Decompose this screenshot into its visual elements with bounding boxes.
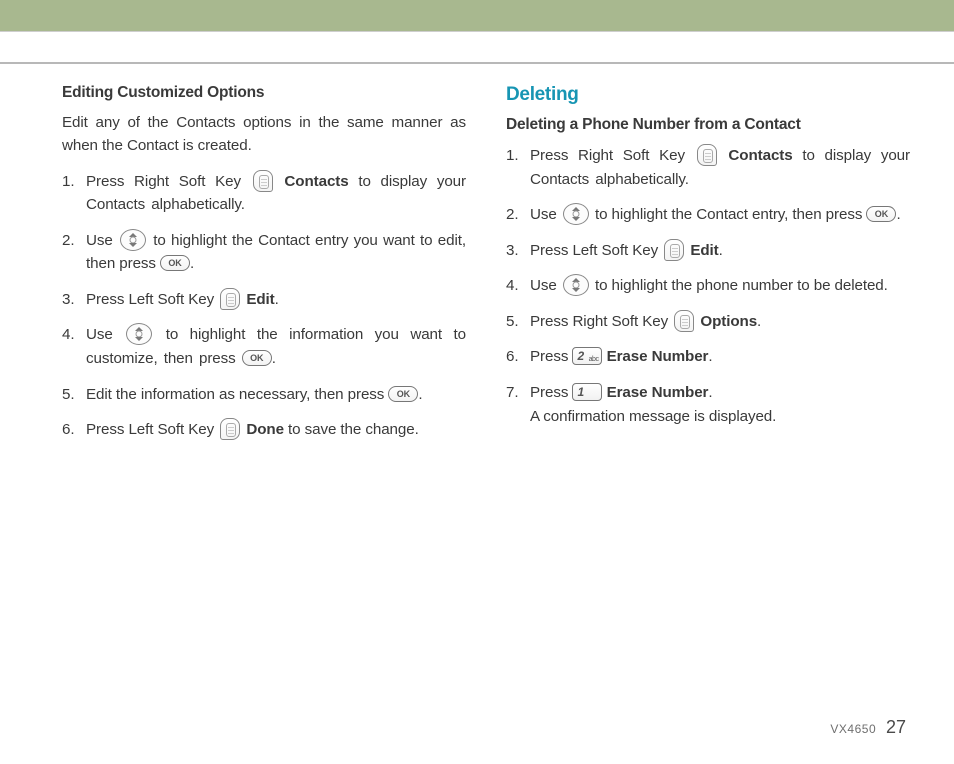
right-soft-key-icon <box>674 310 694 332</box>
text: . <box>275 291 279 308</box>
text: Press Right Soft Key <box>530 313 672 330</box>
right-section-title: Deleting <box>506 84 910 106</box>
text: to highlight the Contact entry, then pre… <box>595 206 867 223</box>
column-right: Deleting Deleting a Phone Number from a … <box>506 84 910 454</box>
right-soft-key-icon <box>253 170 273 192</box>
text: . <box>708 348 712 365</box>
ok-key-icon: OK <box>866 206 896 222</box>
left-soft-key-icon <box>220 418 240 440</box>
text: . <box>190 255 194 272</box>
text: A confirmation message is displayed. <box>530 408 776 425</box>
list-item: Press 1 Erase Number. A confirmation mes… <box>506 381 910 428</box>
list-item: Press Left Soft Key Edit. <box>506 239 910 263</box>
text: Edit the information as necessary, then … <box>86 386 388 403</box>
text: Press Right Soft Key <box>86 173 251 190</box>
text: Press <box>530 384 572 401</box>
footer-model: VX4650 <box>830 722 876 736</box>
left-steps: Press Right Soft Key Contacts to display… <box>62 170 466 442</box>
list-item: Use to highlight the Contact entry, then… <box>506 203 910 227</box>
footer-page-number: 27 <box>886 717 906 737</box>
ok-key-icon: OK <box>388 386 418 402</box>
list-item: Edit the information as necessary, then … <box>62 383 466 407</box>
text-bold: Edit <box>690 242 718 259</box>
text: Use <box>86 326 124 343</box>
text-bold: Edit <box>246 291 274 308</box>
text: Use <box>530 277 561 294</box>
list-item: Use to highlight the phone number to be … <box>506 274 910 298</box>
text: to highlight the phone number to be dele… <box>595 277 888 294</box>
list-item: Press Left Soft Key Edit. <box>62 288 466 312</box>
left-intro: Edit any of the Contacts options in the … <box>62 112 466 158</box>
ok-key-icon: OK <box>160 255 190 271</box>
right-steps: Press Right Soft Key Contacts to display… <box>506 144 910 428</box>
text: Press Left Soft Key <box>86 291 218 308</box>
text: . <box>896 206 900 223</box>
nav-key-icon <box>120 229 146 251</box>
list-item: Press Right Soft Key Contacts to display… <box>62 170 466 217</box>
nav-key-icon <box>126 323 152 345</box>
text: Use <box>530 206 561 223</box>
page-content: Editing Customized Options Edit any of t… <box>0 64 954 454</box>
key-1-icon: 1 <box>572 383 602 401</box>
left-soft-key-icon <box>220 288 240 310</box>
right-soft-key-icon <box>697 144 717 166</box>
list-item: Press 2abc Erase Number. <box>506 345 910 369</box>
left-soft-key-icon <box>664 239 684 261</box>
text: . <box>418 386 422 403</box>
text: . <box>708 384 712 401</box>
header-bar <box>0 0 954 32</box>
text-bold: Erase Number <box>607 348 709 365</box>
text: Use <box>86 232 118 249</box>
list-item: Press Left Soft Key Done to save the cha… <box>62 418 466 442</box>
list-item: Press Right Soft Key Contacts to display… <box>506 144 910 191</box>
page-footer: VX4650 27 <box>830 717 906 738</box>
ok-key-icon: OK <box>242 350 272 366</box>
text: Press Right Soft Key <box>530 147 695 164</box>
text: . <box>757 313 761 330</box>
text-bold: Contacts <box>284 173 348 190</box>
list-item: Press Right Soft Key Options. <box>506 310 910 334</box>
text: Press Left Soft Key <box>530 242 662 259</box>
column-left: Editing Customized Options Edit any of t… <box>62 84 466 454</box>
list-item: Use to highlight the Contact entry you w… <box>62 229 466 276</box>
text: . <box>719 242 723 259</box>
list-item: Use to highlight the information you wan… <box>62 323 466 370</box>
text-bold: Done <box>246 421 284 438</box>
text: to save the change. <box>288 421 419 438</box>
text-bold: Options <box>700 313 757 330</box>
text-bold: Erase Number <box>607 384 709 401</box>
nav-key-icon <box>563 203 589 225</box>
text: Press Left Soft Key <box>86 421 218 438</box>
text: Press <box>530 348 572 365</box>
text: . <box>272 350 276 367</box>
nav-key-icon <box>563 274 589 296</box>
right-subhead: Deleting a Phone Number from a Contact <box>506 116 910 134</box>
key-2-icon: 2abc <box>572 347 602 365</box>
text-bold: Contacts <box>728 147 792 164</box>
left-subhead: Editing Customized Options <box>62 84 466 102</box>
